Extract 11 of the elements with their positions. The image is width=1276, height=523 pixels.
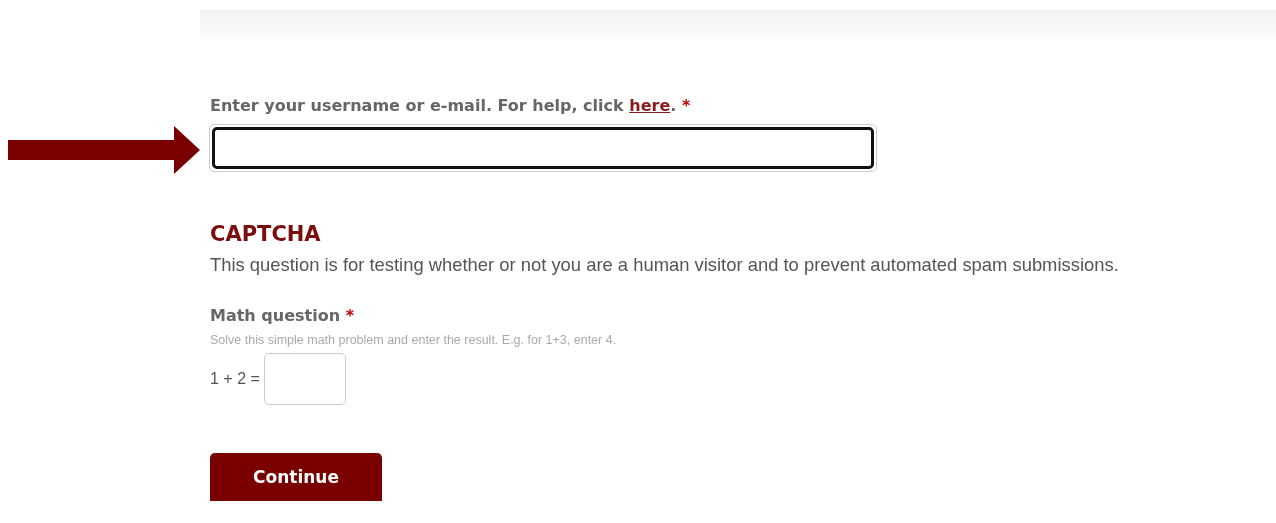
description: This question is for testing whether or not you are a human visitor and to prevent automated spam submissions. [210, 254, 1120, 276]
help-link[interactable]: here [629, 96, 671, 115]
section-title: CAPTCHA [210, 222, 322, 246]
hint-text: Solve this simple math problem and enter the result. E.g. for 1+3, enter 4. [210, 333, 618, 347]
username-field[interactable] [209, 124, 877, 172]
field-label: Math question * [210, 306, 355, 325]
field-label: Enter your username or e-mail. For help, click here. * [210, 96, 692, 115]
answer-field[interactable] [263, 353, 346, 405]
continue-button[interactable]: Continue [210, 453, 382, 501]
equation-text: 1 + 2 = [210, 370, 260, 388]
arrow-icon [8, 126, 200, 174]
